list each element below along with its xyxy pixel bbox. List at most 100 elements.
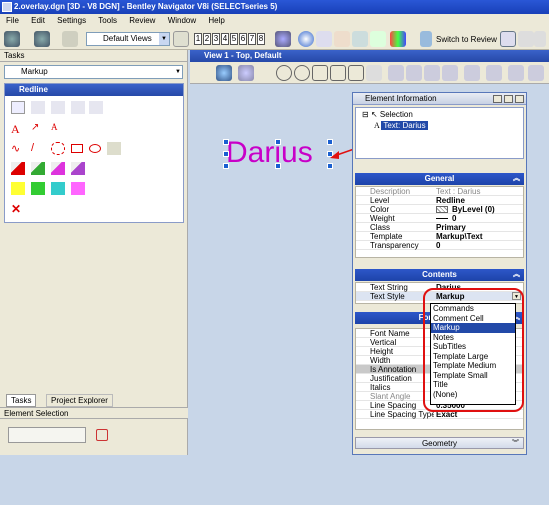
clip-volume-icon[interactable] bbox=[464, 65, 480, 81]
property-row[interactable]: Weight 0 bbox=[356, 214, 523, 223]
scale-tool-icon[interactable] bbox=[71, 101, 85, 114]
highlighter-purple-icon[interactable] bbox=[71, 162, 85, 175]
selection-mode-toolbar[interactable] bbox=[8, 427, 86, 443]
ruler-icon[interactable] bbox=[107, 142, 121, 155]
expand-icon[interactable]: ︾ bbox=[512, 438, 519, 450]
selection-handle[interactable] bbox=[223, 163, 229, 169]
view-button-8[interactable]: 8 bbox=[257, 33, 265, 45]
tree-node-selection[interactable]: ⊟ ↖ Selection bbox=[362, 110, 413, 119]
text-note-icon[interactable]: ↗ bbox=[31, 122, 45, 135]
menu-settings[interactable]: Settings bbox=[51, 14, 90, 28]
views-combo[interactable]: Default Views ▼ bbox=[86, 32, 170, 46]
fill-magenta-icon[interactable] bbox=[71, 182, 85, 195]
selection-handle[interactable] bbox=[223, 151, 229, 157]
highlighter-green-icon[interactable] bbox=[31, 162, 45, 175]
clear-selection-icon[interactable] bbox=[96, 429, 108, 441]
globe-icon[interactable] bbox=[275, 31, 291, 47]
view-button-5[interactable]: 5 bbox=[230, 33, 238, 45]
selection-handle[interactable] bbox=[275, 163, 281, 169]
tab-project-explorer[interactable]: Project Explorer bbox=[46, 394, 113, 407]
close-icon[interactable] bbox=[515, 95, 524, 103]
delete-icon[interactable]: ✕ bbox=[11, 202, 25, 216]
render-icon[interactable] bbox=[238, 65, 254, 81]
rotate-tool-icon[interactable] bbox=[89, 101, 103, 114]
maximize-icon[interactable] bbox=[504, 95, 513, 103]
text-element[interactable]: Darius bbox=[226, 136, 313, 170]
pan-icon[interactable] bbox=[518, 31, 534, 47]
menu-edit[interactable]: Edit bbox=[25, 14, 49, 28]
task-combo[interactable]: Markup ▼ bbox=[4, 65, 183, 79]
zoom-icon[interactable] bbox=[534, 31, 546, 47]
section-geometry-header[interactable]: Geometry ︾ bbox=[355, 437, 524, 449]
rotate-view-icon[interactable] bbox=[348, 65, 364, 81]
highlighter-red-icon[interactable] bbox=[11, 162, 25, 175]
rectangle-icon[interactable] bbox=[71, 144, 83, 153]
chevron-down-icon[interactable]: ▼ bbox=[159, 33, 169, 45]
check-icon[interactable] bbox=[370, 31, 386, 47]
section-general-header[interactable]: General ︽ bbox=[355, 173, 524, 185]
fill-green-icon[interactable] bbox=[31, 182, 45, 195]
previous-view-icon[interactable] bbox=[406, 65, 422, 81]
view-button-6[interactable]: 6 bbox=[239, 33, 247, 45]
selection-handle[interactable] bbox=[275, 139, 281, 145]
view-window-icon[interactable] bbox=[173, 31, 189, 47]
collapse-icon[interactable]: ︽ bbox=[513, 173, 520, 185]
switch-to-review-button[interactable]: Switch to Review bbox=[436, 35, 497, 44]
menu-tools[interactable]: Tools bbox=[92, 14, 121, 28]
property-row[interactable]: Class Primary bbox=[356, 223, 523, 232]
tree-expand-icon[interactable]: ⊟ ↖ bbox=[362, 110, 380, 119]
property-row[interactable]: Template Markup\Text bbox=[356, 232, 523, 241]
walk-icon[interactable] bbox=[388, 65, 404, 81]
review-icon[interactable] bbox=[420, 31, 432, 47]
chevron-down-icon[interactable]: ▼ bbox=[175, 66, 181, 78]
menu-review[interactable]: Review bbox=[123, 14, 159, 28]
forward-icon[interactable] bbox=[34, 31, 50, 47]
fit-view-icon[interactable] bbox=[330, 65, 346, 81]
line-icon[interactable]: / bbox=[31, 142, 45, 155]
menu-help[interactable]: Help bbox=[202, 14, 228, 28]
pointer-icon[interactable] bbox=[62, 31, 78, 47]
zoom-out-icon[interactable] bbox=[294, 65, 310, 81]
menu-window[interactable]: Window bbox=[162, 14, 200, 28]
minimize-icon[interactable] bbox=[493, 95, 502, 103]
move-tool-icon[interactable] bbox=[51, 101, 65, 114]
select-arrow-icon[interactable] bbox=[500, 31, 516, 47]
view-button-4[interactable]: 4 bbox=[221, 33, 229, 45]
pan-view-icon[interactable] bbox=[366, 65, 382, 81]
display-style-icon[interactable] bbox=[216, 65, 232, 81]
palette-icon[interactable] bbox=[390, 31, 406, 47]
clip-mask-icon[interactable] bbox=[486, 65, 502, 81]
info-icon[interactable] bbox=[298, 31, 314, 47]
window-area-icon[interactable] bbox=[312, 65, 328, 81]
view-button-7[interactable]: 7 bbox=[248, 33, 256, 45]
cloud-icon[interactable] bbox=[51, 142, 65, 155]
next-view-icon[interactable] bbox=[424, 65, 440, 81]
tab-tasks[interactable]: Tasks bbox=[6, 394, 37, 407]
view-attributes-icon[interactable] bbox=[194, 65, 210, 81]
copy-tool-icon[interactable] bbox=[31, 101, 45, 114]
place-text-icon[interactable]: A bbox=[11, 122, 25, 136]
view-tools-icon[interactable] bbox=[528, 65, 544, 81]
view-button-2[interactable]: 2 bbox=[203, 33, 211, 45]
back-icon[interactable] bbox=[4, 31, 20, 47]
ellipse-icon[interactable] bbox=[89, 144, 101, 153]
edit-text-icon[interactable]: A bbox=[51, 122, 65, 135]
selection-handle[interactable] bbox=[223, 139, 229, 145]
tree-node-text[interactable]: A Text: Darius bbox=[374, 121, 428, 130]
measure-icon[interactable] bbox=[316, 31, 332, 47]
element-selection-tool-icon[interactable] bbox=[11, 101, 25, 114]
markup-edit-icon[interactable] bbox=[352, 31, 368, 47]
fill-yellow-icon[interactable] bbox=[11, 182, 25, 195]
fill-cyan-icon[interactable] bbox=[51, 182, 65, 195]
freehand-icon[interactable]: ∿ bbox=[11, 142, 25, 155]
zoom-in-icon[interactable] bbox=[276, 65, 292, 81]
camera-icon[interactable] bbox=[442, 65, 458, 81]
property-row[interactable]: Color ByLevel (0) bbox=[356, 205, 523, 214]
view-button-3[interactable]: 3 bbox=[212, 33, 220, 45]
property-row[interactable]: Level Redline bbox=[356, 196, 523, 205]
highlighter-magenta-icon[interactable] bbox=[51, 162, 65, 175]
property-row[interactable]: Transparency 0 bbox=[356, 241, 523, 250]
menu-file[interactable]: File bbox=[0, 14, 23, 28]
collapse-icon[interactable]: ︽ bbox=[513, 269, 520, 281]
section-contents-header[interactable]: Contents ︽ bbox=[355, 269, 524, 281]
